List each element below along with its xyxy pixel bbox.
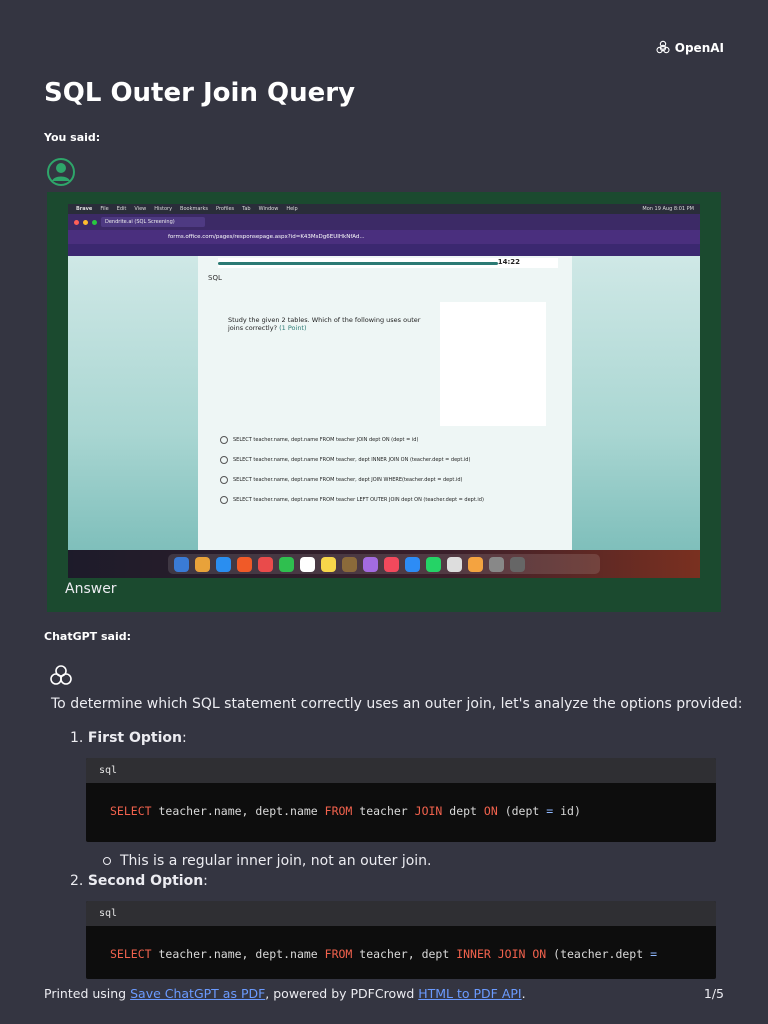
option-1-heading: 1. First Option: [70, 730, 187, 746]
menu-item: Help [286, 206, 298, 212]
html-to-pdf-link[interactable]: HTML to PDF API [418, 986, 521, 1001]
question-text: Study the given 2 tables. Which of the f… [228, 316, 428, 332]
openai-logo: OpenAI [655, 40, 724, 56]
menu-item: Bookmarks [180, 206, 208, 212]
browser-tabbar: Dendrite.ai (SQL Screening) [68, 214, 700, 230]
assistant-label: ChatGPT said: [44, 630, 132, 643]
choice-label: SELECT teacher.name, dept.name FROM teac… [233, 477, 463, 483]
menu-item: History [154, 206, 173, 212]
question-body: Study the given 2 tables. Which of the f… [228, 316, 421, 332]
assistant-intro: To determine which SQL statement correct… [51, 696, 743, 712]
form-panel: SQL Study the given 2 tables. Which of t… [198, 256, 572, 550]
page-number: 1/5 [703, 986, 724, 1001]
openai-icon [656, 40, 670, 54]
bookmarks-bar [68, 244, 700, 256]
choice-1[interactable]: SELECT teacher.name, dept.name FROM teac… [220, 436, 418, 444]
radio-icon[interactable] [220, 476, 228, 484]
attached-screenshot[interactable]: Brave File Edit View History Bookmarks P… [68, 204, 700, 578]
timer-bar: 14:22 [218, 258, 558, 268]
option-2-heading: 2. Second Option: [70, 873, 208, 889]
calculator-icon[interactable] [489, 556, 504, 572]
option-number: 2. [70, 873, 84, 889]
mac-dock [68, 550, 700, 578]
launchpad-icon[interactable] [195, 556, 210, 572]
podcasts-icon[interactable] [363, 556, 378, 572]
footer-text: . [521, 986, 526, 1001]
brand-name: OpenAI [674, 41, 724, 55]
choice-label: SELECT teacher.name, dept.name FROM teac… [233, 457, 471, 463]
app-icon[interactable] [342, 556, 357, 572]
form-page: SQL Study the given 2 tables. Which of t… [68, 256, 700, 550]
address-bar: forms.office.com/pages/responsepage.aspx… [68, 230, 700, 244]
choice-2[interactable]: SELECT teacher.name, dept.name FROM teac… [220, 456, 470, 464]
menu-item: View [134, 206, 147, 212]
footer-text: Printed using [44, 986, 131, 1001]
radio-icon[interactable] [220, 456, 228, 464]
dock-bar [168, 554, 600, 574]
progress-bar [218, 262, 498, 265]
music-icon[interactable] [384, 556, 399, 572]
footer-text: , powered by PDFCrowd [265, 986, 419, 1001]
menu-item: Tab [242, 206, 251, 212]
user-message: Brave File Edit View History Bookmarks P… [47, 192, 721, 612]
radio-icon[interactable] [220, 436, 228, 444]
option-1-note: This is a regular inner join, not an out… [103, 853, 432, 869]
user-message-text: Answer [65, 581, 117, 597]
menubar-clock: Mon 19 Aug 8:01 PM [642, 206, 694, 212]
radio-icon[interactable] [220, 496, 228, 504]
browser-tab: Dendrite.ai (SQL Screening) [101, 217, 205, 227]
option-number: 1. [70, 730, 84, 746]
close-dot-icon [74, 219, 79, 225]
question-points: (1 Point) [279, 324, 307, 332]
menu-item: Brave [76, 206, 93, 212]
code-lang: sql [86, 758, 716, 783]
menu-item: Window [258, 206, 279, 212]
footer: Printed using Save ChatGPT as PDF, power… [44, 986, 724, 1001]
tables-image [440, 302, 546, 426]
code-block-2: sql SELECT teacher.name, dept.name FROM … [86, 901, 716, 979]
note-text: This is a regular inner join, not an out… [120, 853, 432, 869]
code-body[interactable]: SELECT teacher.name, dept.name FROM teac… [86, 926, 716, 979]
notes-icon[interactable] [321, 556, 336, 572]
option-title: Second Option [87, 873, 204, 889]
bullet-icon [103, 857, 111, 865]
choice-3[interactable]: SELECT teacher.name, dept.name FROM teac… [220, 476, 462, 484]
brave-icon[interactable] [237, 556, 252, 572]
code-block-1: sql SELECT teacher.name, dept.name FROM … [86, 758, 716, 842]
chatgpt-app-icon[interactable] [447, 556, 462, 572]
calendar-icon[interactable] [300, 556, 315, 572]
user-avatar-icon [47, 158, 75, 186]
choice-4[interactable]: SELECT teacher.name, dept.name FROM teac… [220, 496, 484, 504]
timer: 14:22 [497, 258, 520, 266]
user-label: You said: [44, 131, 101, 144]
code-body[interactable]: SELECT teacher.name, dept.name FROM teac… [86, 783, 716, 839]
finder-icon[interactable] [174, 556, 189, 572]
facetime-icon[interactable] [279, 556, 294, 572]
choice-label: SELECT teacher.name, dept.name FROM teac… [233, 497, 484, 503]
choice-label: SELECT teacher.name, dept.name FROM teac… [233, 437, 419, 443]
page-title: SQL Outer Join Query [44, 78, 356, 108]
vpn-icon[interactable] [468, 556, 483, 572]
minimize-dot-icon [83, 219, 88, 225]
chrome-icon[interactable] [258, 556, 273, 572]
menu-item: Profiles [215, 206, 235, 212]
menu-item: File [100, 206, 109, 212]
safari-icon[interactable] [216, 556, 231, 572]
code-lang: sql [86, 901, 716, 926]
section-title: SQL [208, 274, 222, 282]
chatgpt-icon [50, 665, 72, 685]
whatsapp-icon[interactable] [426, 556, 441, 572]
mac-menubar: Brave File Edit View History Bookmarks P… [68, 204, 700, 214]
save-chatgpt-link[interactable]: Save ChatGPT as PDF [130, 986, 265, 1001]
app-store-icon[interactable] [405, 556, 420, 572]
option-title: First Option [87, 730, 182, 746]
trash-icon[interactable] [510, 556, 525, 572]
zoom-dot-icon [92, 219, 97, 225]
menu-item: Edit [116, 206, 127, 212]
